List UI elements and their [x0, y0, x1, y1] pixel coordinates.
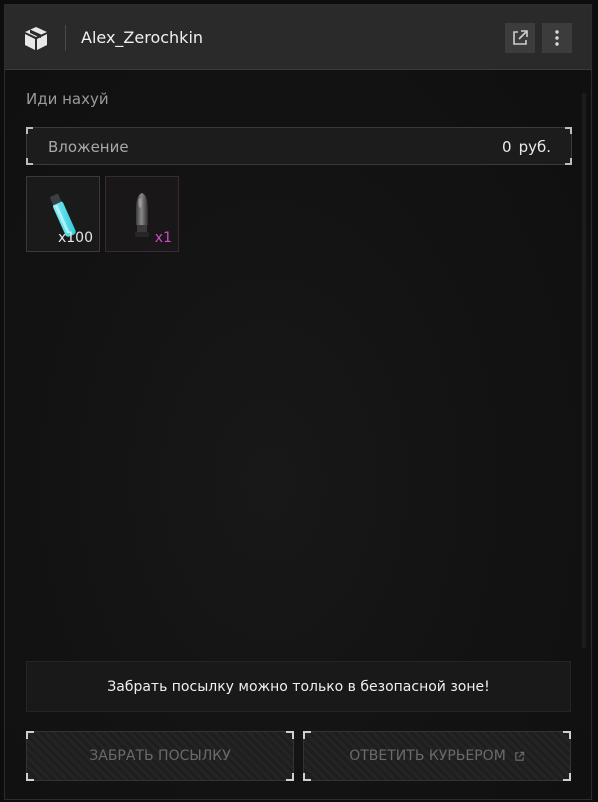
corner-mark: [286, 773, 294, 781]
item-slot-grenade[interactable]: x1: [105, 176, 179, 252]
item-slot-glowstick[interactable]: x100: [26, 176, 100, 252]
more-options-button[interactable]: [542, 23, 572, 53]
external-link-icon: [515, 751, 525, 761]
package-icon: [25, 27, 47, 50]
corner-mark: [26, 773, 34, 781]
attachment-label: Вложение: [48, 138, 129, 156]
external-link-icon: [513, 30, 528, 45]
item-quantity: x100: [57, 230, 93, 246]
safe-zone-notice: Забрать посылку можно только в безопасно…: [26, 661, 571, 712]
item-quantity: x1: [154, 230, 172, 246]
attachment-currency: руб.: [518, 138, 551, 156]
attachment-amount: 0: [502, 138, 512, 156]
corner-mark: [286, 731, 294, 739]
scrollbar[interactable]: [582, 93, 586, 648]
corner-mark: [565, 158, 572, 165]
attachment-value: 0 руб.: [502, 138, 551, 156]
corner-mark: [26, 731, 34, 739]
open-external-button[interactable]: [505, 23, 535, 53]
corner-mark: [563, 731, 571, 739]
mail-window: Alex_Zerochkin Иди нахуй Вложение 0 руб.: [4, 4, 592, 800]
corner-mark: [303, 731, 311, 739]
corner-mark: [26, 127, 33, 134]
message-subject: Иди нахуй: [26, 90, 109, 108]
corner-mark: [303, 773, 311, 781]
reply-courier-button[interactable]: ОТВЕТИТЬ КУРЬЕРОМ: [303, 731, 571, 781]
take-package-label: ЗАБРАТЬ ПОСЫЛКУ: [89, 748, 231, 764]
corner-mark: [563, 773, 571, 781]
corner-mark: [26, 158, 33, 165]
attachment-row: Вложение 0 руб.: [26, 127, 572, 165]
mail-header: Alex_Zerochkin: [5, 5, 591, 70]
more-vertical-icon: [555, 30, 559, 46]
header-divider: [65, 25, 66, 51]
reply-courier-label: ОТВЕТИТЬ КУРЬЕРОМ: [349, 748, 506, 764]
corner-mark: [565, 127, 572, 134]
take-package-button[interactable]: ЗАБРАТЬ ПОСЫЛКУ: [26, 731, 294, 781]
sender-name: Alex_Zerochkin: [81, 28, 204, 47]
